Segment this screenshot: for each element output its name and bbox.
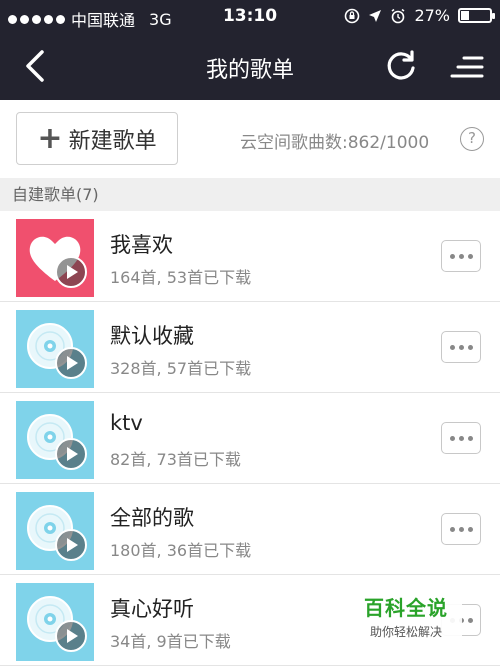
playlist-cover xyxy=(16,583,94,661)
more-icon xyxy=(449,344,455,350)
toolbar: + 新建歌单 云空间歌曲数:862/1000 ? xyxy=(0,100,500,178)
playlist-row[interactable]: 全部的歌 180首, 36首已下载 xyxy=(0,484,500,575)
disc-cover-icon xyxy=(16,492,94,570)
playlist-cover xyxy=(16,219,94,297)
more-icon xyxy=(449,435,455,441)
cloud-song-count: 云空间歌曲数:862/1000 xyxy=(240,133,430,153)
heart-cover-icon xyxy=(16,219,94,297)
more-options-button[interactable] xyxy=(441,422,481,454)
playlist-cover xyxy=(16,401,94,479)
playlist-row[interactable]: 默认收藏 328首, 57首已下载 xyxy=(0,302,500,393)
location-icon xyxy=(369,9,382,22)
plus-icon: + xyxy=(37,120,63,156)
help-icon[interactable]: ? xyxy=(460,127,484,151)
playlist-meta: 180首, 36首已下载 xyxy=(110,541,252,560)
playlist-row[interactable]: 我喜欢 164首, 53首已下载 xyxy=(0,211,500,302)
disc-cover-icon xyxy=(16,401,94,479)
playlist-cover xyxy=(16,310,94,388)
status-right: 27% xyxy=(344,6,495,25)
playlist-name: 全部的歌 xyxy=(110,506,194,530)
alarm-icon xyxy=(391,8,405,23)
refresh-icon[interactable] xyxy=(383,48,419,84)
playlist-meta: 82首, 73首已下载 xyxy=(110,450,241,469)
battery-icon xyxy=(458,8,495,23)
top-bar: 中国联通 3G 13:10 27% 我的歌单 xyxy=(0,0,500,100)
rotation-lock-icon xyxy=(345,8,360,23)
playlist-meta: 328首, 57首已下载 xyxy=(110,359,252,378)
nav-bar: 我的歌单 xyxy=(0,32,500,100)
more-icon xyxy=(449,253,455,259)
playlist-row[interactable]: ktv 82首, 73首已下载 xyxy=(0,393,500,484)
watermark-title: 百科全说 xyxy=(364,596,448,620)
playlist-name: 我喜欢 xyxy=(110,233,173,257)
playlist-name: ktv xyxy=(110,411,143,435)
playlist-name: 默认收藏 xyxy=(110,324,194,348)
playlist-meta: 164首, 53首已下载 xyxy=(110,268,252,287)
more-options-button[interactable] xyxy=(441,513,481,545)
page-title: 我的歌单 xyxy=(205,58,294,83)
status-bar: 中国联通 3G 13:10 27% xyxy=(0,0,500,32)
watermark-subtitle: 助你轻松解决 xyxy=(369,625,442,639)
menu-icon[interactable] xyxy=(450,52,484,82)
playlist-cover xyxy=(16,492,94,570)
disc-cover-icon xyxy=(16,310,94,388)
new-playlist-label: 新建歌单 xyxy=(68,128,157,154)
watermark: 百科全说 助你轻松解决 xyxy=(350,590,462,640)
new-playlist-button[interactable]: + 新建歌单 xyxy=(16,112,178,165)
section-header: 自建歌单(7) xyxy=(0,178,500,211)
disc-cover-icon xyxy=(16,583,94,661)
battery-percent: 27% xyxy=(414,6,450,25)
more-options-button[interactable] xyxy=(441,240,481,272)
more-options-button[interactable] xyxy=(441,331,481,363)
playlist-name: 真心好听 xyxy=(110,597,194,621)
more-icon xyxy=(449,526,455,532)
playlist-meta: 34首, 9首已下载 xyxy=(110,632,231,651)
